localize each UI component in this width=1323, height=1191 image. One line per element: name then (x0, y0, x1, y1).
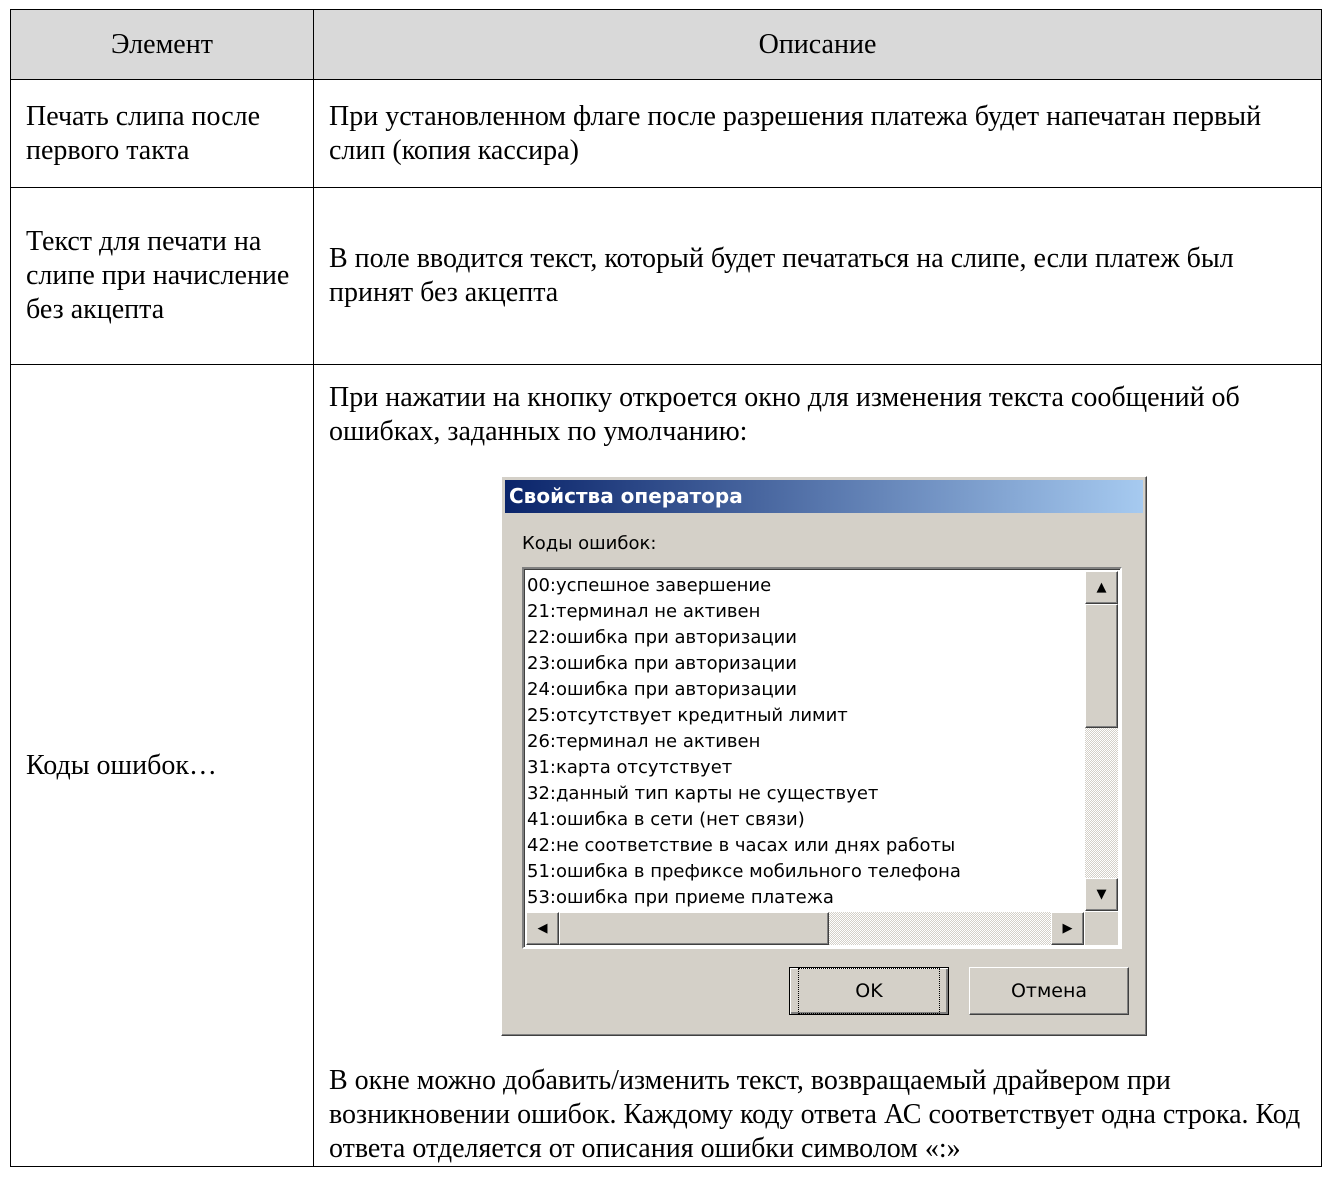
table-row: Коды ошибок… При нажатии на кнопку откро… (10, 364, 1322, 1167)
list-item[interactable]: 25:отсутствует кредитный лимит (527, 703, 1084, 729)
vertical-scroll-thumb[interactable] (1085, 604, 1118, 728)
row-element: Коды ошибок… (10, 364, 314, 1167)
horizontal-scroll-thumb[interactable] (559, 912, 829, 945)
list-item[interactable]: 51:ошибка в префиксе мобильного телефона (527, 859, 1084, 885)
scroll-down-arrow-icon[interactable]: ▼ (1085, 878, 1118, 911)
list-item[interactable]: 23:ошибка при авторизации (527, 651, 1084, 677)
row-description: При установленном флаге после разрешения… (313, 79, 1322, 188)
scroll-left-arrow-icon[interactable]: ◀ (526, 912, 559, 945)
horizontal-scrollbar[interactable]: ◀ ▶ (526, 912, 1084, 945)
table-row: Печать слипа после первого такта При уст… (10, 79, 1322, 188)
row-description: При нажатии на кнопку откроется окно для… (313, 364, 1322, 1167)
header-row: Элемент Описание (10, 9, 1322, 80)
list-item[interactable]: 24:ошибка при авторизации (527, 677, 1084, 703)
list-item[interactable]: 53:ошибка при приеме платежа (527, 885, 1084, 911)
description-outro: В окне можно добавить/изменить текст, во… (329, 1065, 1301, 1164)
vertical-scrollbar[interactable]: ▲ ▼ (1085, 571, 1118, 911)
list-item[interactable]: 00:успешное завершение (527, 573, 1084, 599)
list-item[interactable]: 31:карта отсутствует (527, 755, 1084, 781)
scrollbar-corner (1085, 912, 1118, 945)
list-item[interactable]: 26:терминал не активен (527, 729, 1084, 755)
list-item[interactable]: 32:данный тип карты не существует (527, 781, 1084, 807)
list-item[interactable]: 41:ошибка в сети (нет связи) (527, 807, 1084, 833)
ok-button[interactable]: OK (789, 967, 949, 1015)
scroll-right-arrow-icon[interactable]: ▶ (1051, 912, 1084, 945)
row-element: Печать слипа после первого такта (10, 79, 314, 188)
cancel-button[interactable]: Отмена (969, 967, 1129, 1015)
list-item[interactable]: 22:ошибка при авторизации (527, 625, 1084, 651)
header-element: Элемент (10, 9, 314, 80)
operator-properties-dialog: Свойства оператора Коды ошибок: 00:успеш… (501, 476, 1147, 1036)
error-codes-list[interactable]: 00:успешное завершение 21:терминал не акт… (527, 573, 1084, 911)
scroll-up-arrow-icon[interactable]: ▲ (1085, 571, 1118, 604)
row-element: Текст для печати на слипе при начисление… (10, 187, 314, 365)
description-intro: При нажатии на кнопку откроется окно для… (329, 382, 1240, 447)
table-row: Текст для печати на слипе при начисление… (10, 187, 1322, 365)
row-description: В поле вводится текст, который будет печ… (313, 187, 1322, 365)
error-codes-listbox[interactable]: 00:успешное завершение 21:терминал не акт… (522, 567, 1122, 949)
list-item[interactable]: 42:не соответствие в часах или днях рабо… (527, 833, 1084, 859)
header-description: Описание (313, 9, 1322, 80)
parameters-table: Элемент Описание Печать слипа после перв… (10, 9, 1322, 1167)
dialog-titlebar[interactable]: Свойства оператора (505, 480, 1143, 513)
ok-button-label: OK (798, 968, 940, 1014)
error-codes-label: Коды ошибок: (522, 533, 657, 554)
list-item[interactable]: 21:терминал не активен (527, 599, 1084, 625)
